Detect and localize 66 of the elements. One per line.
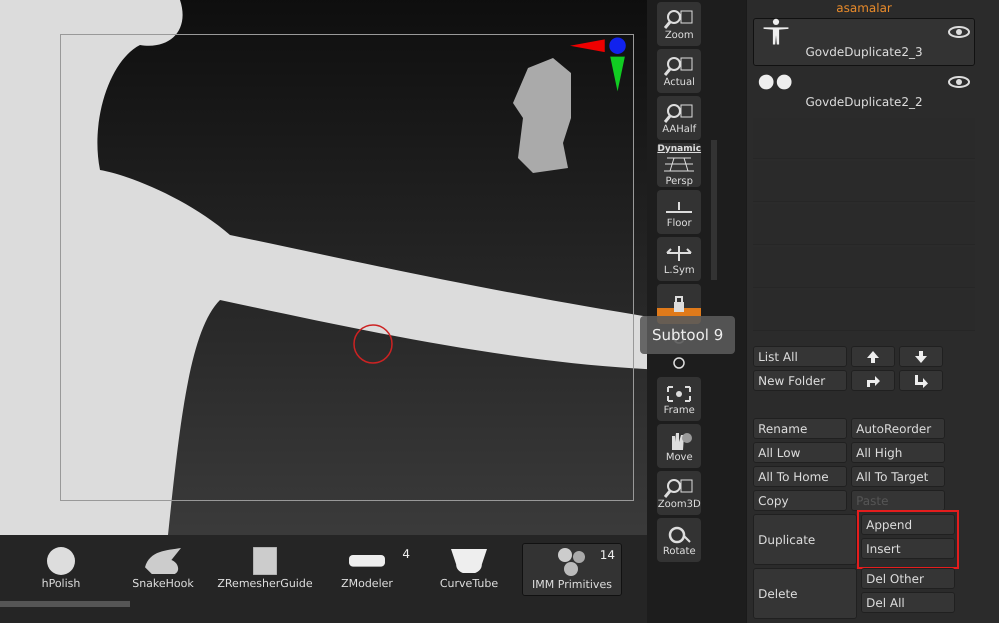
subtool-item[interactable]: GovdeDuplicate2_2 xyxy=(753,68,975,116)
tool-icon xyxy=(664,8,694,30)
panel-button[interactable]: Del All xyxy=(861,592,956,613)
toolbar-button[interactable]: Zoom3D xyxy=(657,471,702,515)
spheres-icon xyxy=(558,548,586,576)
tool-icon xyxy=(664,476,694,498)
panel-button[interactable]: All To Target xyxy=(851,466,946,487)
arrow-button[interactable] xyxy=(851,346,896,367)
head-icon xyxy=(513,58,573,173)
brush-name: hPolish xyxy=(42,577,80,590)
brush-name: ZModeler xyxy=(341,577,393,590)
toolbar-button[interactable]: Rotate xyxy=(657,518,702,562)
tool-icon xyxy=(664,54,694,76)
toolbar-button[interactable]: Floor xyxy=(657,190,702,234)
toolbar-button[interactable]: Frame xyxy=(657,377,702,421)
eye-icon[interactable] xyxy=(948,26,970,38)
brush-icon xyxy=(47,547,75,575)
toolbar-button[interactable]: Actual xyxy=(657,49,702,93)
brush-item[interactable]: 14 IMM Primitives xyxy=(522,543,622,596)
slider-track[interactable] xyxy=(0,601,130,607)
brush-item[interactable]: ZRemesherGuide xyxy=(216,543,314,594)
brush-icon xyxy=(451,548,487,574)
panel-button[interactable]: All High xyxy=(851,442,946,463)
panel-button[interactable]: New Folder xyxy=(753,370,848,391)
panel-button[interactable]: Copy xyxy=(753,490,848,511)
brush-count: 14 xyxy=(600,548,615,562)
brush-item[interactable]: hPolish xyxy=(12,543,110,594)
eye-icon[interactable] xyxy=(948,76,970,88)
toolbar-button[interactable]: Dynamic Persp xyxy=(657,143,702,187)
brush-name: CurveTube xyxy=(440,577,498,590)
tooltip: Subtool 9 xyxy=(640,316,736,354)
panel-button[interactable]: All To Home xyxy=(753,466,848,487)
arrow-icon xyxy=(865,374,882,388)
arrow-button[interactable] xyxy=(851,370,896,391)
folder-name[interactable]: asamalar xyxy=(753,0,975,15)
panel-button[interactable]: All Low xyxy=(753,442,848,463)
brush-icon xyxy=(349,555,385,567)
toolbar-button[interactable]: L.Sym xyxy=(657,237,702,281)
arrow-button[interactable] xyxy=(899,346,944,367)
panel-button[interactable]: Rename xyxy=(753,418,848,439)
arrow-icon xyxy=(865,350,882,364)
toolbar-button[interactable]: Zoom xyxy=(657,2,702,46)
toolbar-button[interactable]: AAHalf xyxy=(657,96,702,140)
arrow-icon xyxy=(913,374,930,388)
brush-count: 4 xyxy=(402,547,410,561)
panel-button[interactable]: AutoReorder xyxy=(851,418,946,439)
panel-button[interactable]: List All xyxy=(753,346,848,367)
brush-item[interactable]: 4 ZModeler xyxy=(318,543,416,594)
brush-icon xyxy=(145,548,181,574)
group-label: Delete xyxy=(753,568,858,619)
brush-cursor-icon xyxy=(352,323,394,365)
panel-button[interactable]: Append xyxy=(861,514,956,535)
arrow-button[interactable] xyxy=(899,370,944,391)
brush-name: ZRemesherGuide xyxy=(217,577,313,590)
arrow-icon xyxy=(913,350,930,364)
brush-name: IMM Primitives xyxy=(532,578,612,591)
toolbar-button[interactable]: Move xyxy=(657,424,702,468)
tool-icon xyxy=(664,102,694,124)
brush-item[interactable]: CurveTube xyxy=(420,543,518,594)
brush-item[interactable]: SnakeHook xyxy=(114,543,212,594)
brush-name: SnakeHook xyxy=(132,577,194,590)
group-label: Duplicate xyxy=(753,514,858,565)
panel-button[interactable]: Del Other xyxy=(861,568,956,589)
panel-button[interactable]: Insert xyxy=(861,538,956,559)
subtool-item[interactable]: GovdeDuplicate2_3 xyxy=(753,18,975,66)
cube-icon xyxy=(253,547,277,575)
